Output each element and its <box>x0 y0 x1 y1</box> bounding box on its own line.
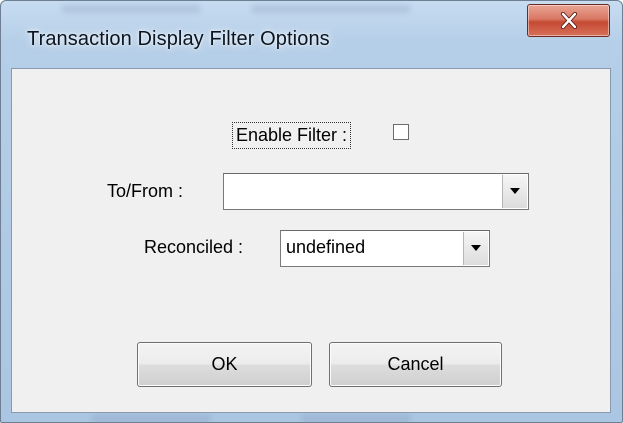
title-bar[interactable]: Transaction Display Filter Options <box>1 1 623 67</box>
reconciled-dropdown[interactable]: undefined <box>280 230 490 267</box>
to-from-label: To/From : <box>107 181 184 201</box>
enable-filter-checkbox[interactable] <box>393 124 409 140</box>
reconciled-dropdown-button[interactable] <box>463 232 488 265</box>
cancel-button[interactable]: Cancel <box>329 342 502 387</box>
chevron-down-icon <box>471 245 481 251</box>
to-from-dropdown[interactable] <box>223 173 529 210</box>
dialog-window: Transaction Display Filter Options Enabl… <box>0 0 623 423</box>
window-title: Transaction Display Filter Options <box>27 28 330 50</box>
to-from-dropdown-button[interactable] <box>502 175 527 208</box>
frame-blur-decoration <box>91 415 211 423</box>
enable-filter-label[interactable]: Enable Filter : <box>232 122 352 149</box>
frame-blur-decoration <box>301 415 411 423</box>
reconciled-value: undefined <box>286 237 366 257</box>
chevron-down-icon <box>510 188 520 194</box>
close-icon <box>560 12 578 29</box>
close-button[interactable] <box>527 4 610 37</box>
dialog-body: Enable Filter : To/From : Reconciled : u… <box>11 68 611 413</box>
ok-button[interactable]: OK <box>137 342 312 387</box>
reconciled-label: Reconciled : <box>144 237 244 257</box>
